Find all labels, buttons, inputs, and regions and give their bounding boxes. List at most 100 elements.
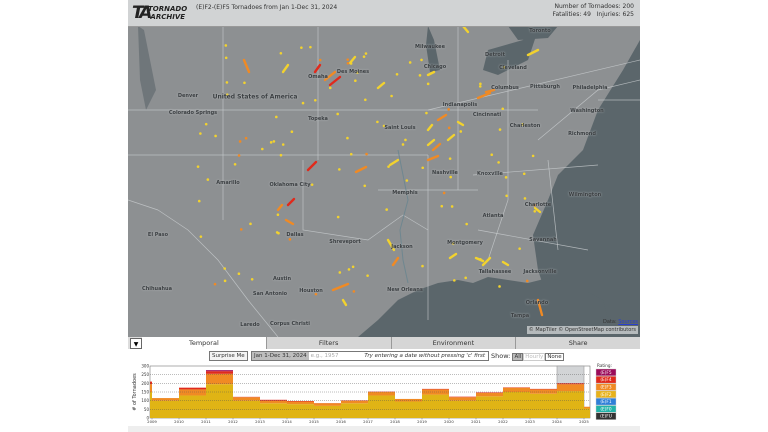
city-label: San Antonio	[252, 291, 288, 297]
bar-segment-ef3	[314, 403, 341, 406]
tornado-point	[497, 161, 500, 164]
bar-segment-ef3	[179, 389, 206, 396]
bar-segment-ef4	[449, 396, 476, 398]
tornado-archive-app: Denver Colorado Springs Omaha Des Moines Top…	[128, 0, 640, 432]
city-label: Saint Louis	[384, 125, 416, 131]
tornado-point	[199, 132, 202, 135]
tornado-point	[366, 274, 369, 277]
surprise-me-button[interactable]: Surprise Me	[209, 351, 248, 361]
x-tick-label: 2015	[309, 419, 319, 424]
tornado-point	[421, 264, 424, 268]
city-label: Wilmington	[568, 192, 602, 198]
show-all-button[interactable]: All	[512, 353, 524, 361]
fatalities-count: Fatalities: 49	[552, 11, 591, 18]
tab-environment[interactable]: Environment	[390, 337, 516, 349]
tornado-point	[338, 168, 341, 171]
panel-footer	[128, 426, 640, 432]
x-tick-label: 2022	[498, 419, 508, 424]
bar-segment-ef3	[584, 406, 590, 409]
tornado-track	[284, 218, 295, 226]
collapse-panel-button[interactable]: ▼	[130, 337, 142, 349]
sources-link[interactable]: Sources	[618, 319, 638, 325]
city-label: Charlotte	[524, 202, 552, 208]
bar-segment-ef2	[287, 404, 314, 418]
tab-temporal[interactable]: Temporal	[142, 337, 266, 349]
state-border	[302, 160, 429, 241]
city-label: Indianapolis	[442, 102, 478, 108]
legend-label: (E)F4	[600, 377, 612, 383]
city-label: Amarillo	[216, 180, 240, 186]
city-label: Cleveland	[499, 65, 527, 71]
tornado-point	[505, 194, 508, 198]
map-canvas[interactable]	[128, 0, 640, 337]
tornado-point	[275, 231, 279, 234]
tornado-point	[310, 183, 314, 186]
tornado-track	[426, 70, 436, 77]
city-label: Jacksonville	[523, 269, 557, 275]
tornado-point	[531, 154, 535, 158]
tornado-archive-logo[interactable]: TA TORNADO ARCHIVE	[132, 4, 190, 23]
yearly-tornado-chart[interactable]: 0 50 100 150 200 250 300 2009 2010 2011 2012 2013 20…	[128, 361, 640, 427]
tornado-point	[338, 271, 342, 274]
tornado-point	[239, 228, 243, 231]
tornado-point	[523, 197, 527, 200]
city-label: Charleston	[509, 123, 541, 129]
show-none-button[interactable]: None	[545, 353, 564, 361]
tornado-track	[426, 154, 440, 162]
city-label: Montgomery	[447, 240, 483, 246]
bar-segment-ef2	[476, 396, 503, 418]
tornado-point	[206, 178, 210, 181]
x-tick-label: 2009	[147, 419, 157, 424]
legend-label: (E)F2	[600, 392, 612, 398]
y-axis-label: # of Tornadoes	[132, 373, 138, 411]
tab-share[interactable]: Share	[515, 337, 640, 349]
tornado-point	[448, 157, 452, 160]
tornado-point	[354, 79, 357, 83]
tornado-point	[498, 285, 501, 288]
tornado-point	[213, 282, 217, 286]
tornado-track	[348, 55, 357, 65]
tornado-point	[279, 51, 283, 55]
bar-segment-ef3	[368, 392, 395, 396]
tab-filters[interactable]: Filters	[265, 337, 391, 349]
city-label: Detroit	[485, 52, 505, 58]
tornado-track	[286, 197, 296, 207]
x-tick-label: 2019	[417, 419, 427, 424]
tornado-point	[364, 52, 368, 55]
tornado-track	[281, 63, 290, 74]
tornado-point	[314, 98, 317, 102]
tornado-point	[347, 268, 351, 271]
city-label: Tallahassee	[478, 269, 512, 275]
city-label: Milwaukee	[415, 44, 445, 50]
tornado-count: Number of Tornadoes: 200	[554, 3, 634, 10]
city-label: Pittsburgh	[530, 84, 560, 90]
chart-svg[interactable]: 0501001502002503002009 2010 2011 2012 2013 20…	[128, 361, 640, 427]
tornado-track	[436, 113, 448, 122]
tornado-point	[387, 165, 390, 168]
tornado-point	[288, 238, 292, 241]
logo-letters: TA	[132, 3, 153, 23]
tornado-map[interactable]: Denver Colorado Springs Omaha Des Moines Top…	[128, 0, 640, 337]
tornado-point	[328, 86, 332, 90]
city-label: El Paso	[147, 232, 169, 238]
bar-segment-ef4	[179, 387, 206, 390]
tornado-point	[447, 108, 450, 111]
tornado-point	[243, 81, 246, 85]
date-placeholder: e.g., 1957	[310, 353, 339, 359]
x-tick-label: 2018	[390, 419, 400, 424]
tornado-point	[351, 265, 355, 269]
tornado-track	[276, 203, 284, 212]
y-tick-label: 50	[144, 407, 150, 412]
x-tick-label: 2025	[579, 419, 589, 424]
tornado-track	[341, 298, 348, 307]
x-tick-label: 2012	[228, 419, 238, 424]
tornado-point	[405, 179, 409, 182]
tornado-point	[275, 115, 278, 119]
tornado-point	[408, 61, 412, 64]
tornado-track	[313, 63, 322, 74]
date-input[interactable]: Jan 1-Dec 31, 2024 e.g., 1957 Try enterin…	[251, 351, 489, 361]
tornado-track	[426, 138, 436, 147]
y-tick-label: 200	[141, 381, 149, 386]
show-hourly-button[interactable]: Hourly	[523, 353, 546, 361]
tornado-point	[279, 153, 283, 157]
